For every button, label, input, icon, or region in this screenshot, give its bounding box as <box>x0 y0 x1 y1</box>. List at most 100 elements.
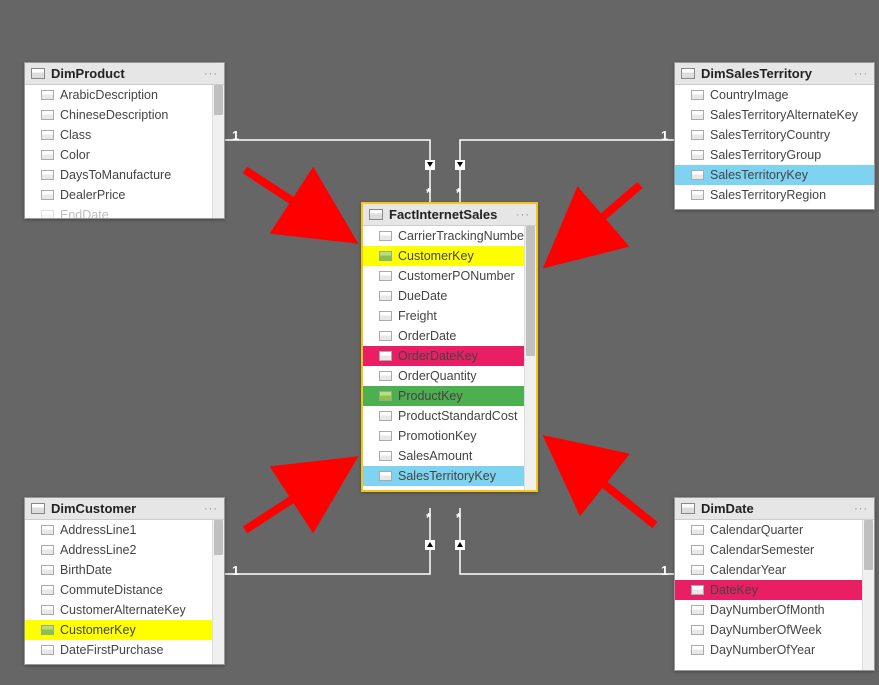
filter-direction-icon <box>455 540 465 550</box>
column-icon <box>41 170 54 180</box>
column-icon <box>379 311 392 321</box>
column-icon <box>41 525 54 535</box>
field-row[interactable]: DateKey <box>675 580 874 600</box>
field-row[interactable]: Class <box>25 125 224 145</box>
column-icon <box>379 351 392 361</box>
field-row[interactable]: ProductKey <box>363 386 536 406</box>
field-row[interactable]: SalesTerritoryCountry <box>675 125 874 145</box>
column-icon <box>41 545 54 555</box>
column-icon <box>379 411 392 421</box>
column-icon <box>691 605 704 615</box>
scrollbar-thumb[interactable] <box>864 520 873 570</box>
table-dim-customer[interactable]: DimCustomer ··· AddressLine1 AddressLine… <box>24 497 225 665</box>
field-row[interactable]: CommuteDistance <box>25 580 224 600</box>
field-row[interactable]: CustomerAlternateKey <box>25 600 224 620</box>
field-list: CarrierTrackingNumber CustomerKey Custom… <box>363 226 536 490</box>
table-menu-icon[interactable]: ··· <box>204 503 218 515</box>
scrollbar[interactable] <box>524 226 536 490</box>
field-row[interactable]: SalesTerritoryGroup <box>675 145 874 165</box>
column-icon <box>41 605 54 615</box>
table-dim-sales-territory[interactable]: DimSalesTerritory ··· CountryImage Sales… <box>674 62 875 210</box>
field-row[interactable]: OrderDate <box>363 326 536 346</box>
table-header[interactable]: FactInternetSales ··· <box>363 204 536 226</box>
field-row[interactable]: DayNumberOfYear <box>675 640 874 660</box>
column-icon <box>41 565 54 575</box>
field-row[interactable]: DayNumberOfMonth <box>675 600 874 620</box>
cardinality-one: 1 <box>232 563 239 578</box>
field-row[interactable]: DueDate <box>363 286 536 306</box>
table-header[interactable]: DimProduct ··· <box>25 63 224 85</box>
table-menu-icon[interactable]: ··· <box>854 503 868 515</box>
field-row[interactable]: CustomerKey <box>363 246 536 266</box>
table-icon <box>31 503 45 514</box>
field-row[interactable]: PromotionKey <box>363 426 536 446</box>
field-row[interactable]: AddressLine2 <box>25 540 224 560</box>
table-icon <box>681 68 695 79</box>
column-icon <box>691 645 704 655</box>
table-dim-product[interactable]: DimProduct ··· ArabicDescription Chinese… <box>24 62 225 219</box>
column-icon <box>691 150 704 160</box>
table-header[interactable]: DimSalesTerritory ··· <box>675 63 874 85</box>
field-row[interactable]: CalendarSemester <box>675 540 874 560</box>
column-icon <box>379 271 392 281</box>
scrollbar[interactable] <box>862 520 874 670</box>
field-row[interactable]: AddressLine1 <box>25 520 224 540</box>
field-row[interactable]: BirthDate <box>25 560 224 580</box>
column-icon <box>691 525 704 535</box>
cardinality-many: * <box>456 185 461 200</box>
field-row[interactable]: DayNumberOfWeek <box>675 620 874 640</box>
field-row[interactable]: SalesAmount <box>363 446 536 466</box>
field-row[interactable]: CustomerPONumber <box>363 266 536 286</box>
table-title: DimCustomer <box>51 501 204 516</box>
table-dim-date[interactable]: DimDate ··· CalendarQuarter CalendarSeme… <box>674 497 875 671</box>
field-row[interactable]: SalesTerritoryAlternateKey <box>675 105 874 125</box>
field-row[interactable]: ChineseDescription <box>25 105 224 125</box>
column-icon <box>691 170 704 180</box>
filter-direction-icon <box>455 160 465 170</box>
field-row[interactable]: CountryImage <box>675 85 874 105</box>
field-row[interactable]: SalesTerritoryKey <box>363 466 536 486</box>
field-row[interactable]: CustomerKey <box>25 620 224 640</box>
column-icon <box>41 645 54 655</box>
table-fact-internet-sales[interactable]: FactInternetSales ··· CarrierTrackingNum… <box>361 202 538 492</box>
cardinality-one: 1 <box>661 563 668 578</box>
field-list: ArabicDescription ChineseDescription Cla… <box>25 85 224 218</box>
field-row[interactable]: CarrierTrackingNumber <box>363 226 536 246</box>
filter-direction-icon <box>425 160 435 170</box>
table-header[interactable]: DimCustomer ··· <box>25 498 224 520</box>
column-icon <box>379 291 392 301</box>
column-icon <box>691 565 704 575</box>
field-row[interactable]: DaysToManufacture <box>25 165 224 185</box>
column-icon <box>41 190 54 200</box>
field-row[interactable]: ArabicDescription <box>25 85 224 105</box>
cardinality-one: 1 <box>232 128 239 143</box>
scrollbar[interactable] <box>212 85 224 218</box>
table-header[interactable]: DimDate ··· <box>675 498 874 520</box>
field-row[interactable]: Color <box>25 145 224 165</box>
table-icon <box>369 209 383 220</box>
field-row[interactable]: DateFirstPurchase <box>25 640 224 660</box>
field-list: AddressLine1 AddressLine2 BirthDate Comm… <box>25 520 224 664</box>
field-row[interactable]: DealerPrice <box>25 185 224 205</box>
column-icon <box>691 90 704 100</box>
table-menu-icon[interactable]: ··· <box>516 209 530 221</box>
field-row[interactable]: EndDate <box>25 205 224 218</box>
column-icon <box>41 625 54 635</box>
field-row[interactable]: Freight <box>363 306 536 326</box>
field-row[interactable]: CalendarQuarter <box>675 520 874 540</box>
scrollbar[interactable] <box>212 520 224 664</box>
field-row[interactable]: OrderQuantity <box>363 366 536 386</box>
scrollbar-thumb[interactable] <box>526 226 535 356</box>
table-menu-icon[interactable]: ··· <box>854 68 868 80</box>
scrollbar-thumb[interactable] <box>214 85 223 115</box>
column-icon <box>41 585 54 595</box>
scrollbar-thumb[interactable] <box>214 520 223 555</box>
column-icon <box>41 150 54 160</box>
table-menu-icon[interactable]: ··· <box>204 68 218 80</box>
field-row[interactable]: OrderDateKey <box>363 346 536 366</box>
field-row[interactable]: SalesTerritoryKey <box>675 165 874 185</box>
field-row[interactable]: SalesTerritoryRegion <box>675 185 874 205</box>
field-row[interactable]: CalendarYear <box>675 560 874 580</box>
field-row[interactable]: ProductStandardCost <box>363 406 536 426</box>
cardinality-many: * <box>426 510 431 525</box>
